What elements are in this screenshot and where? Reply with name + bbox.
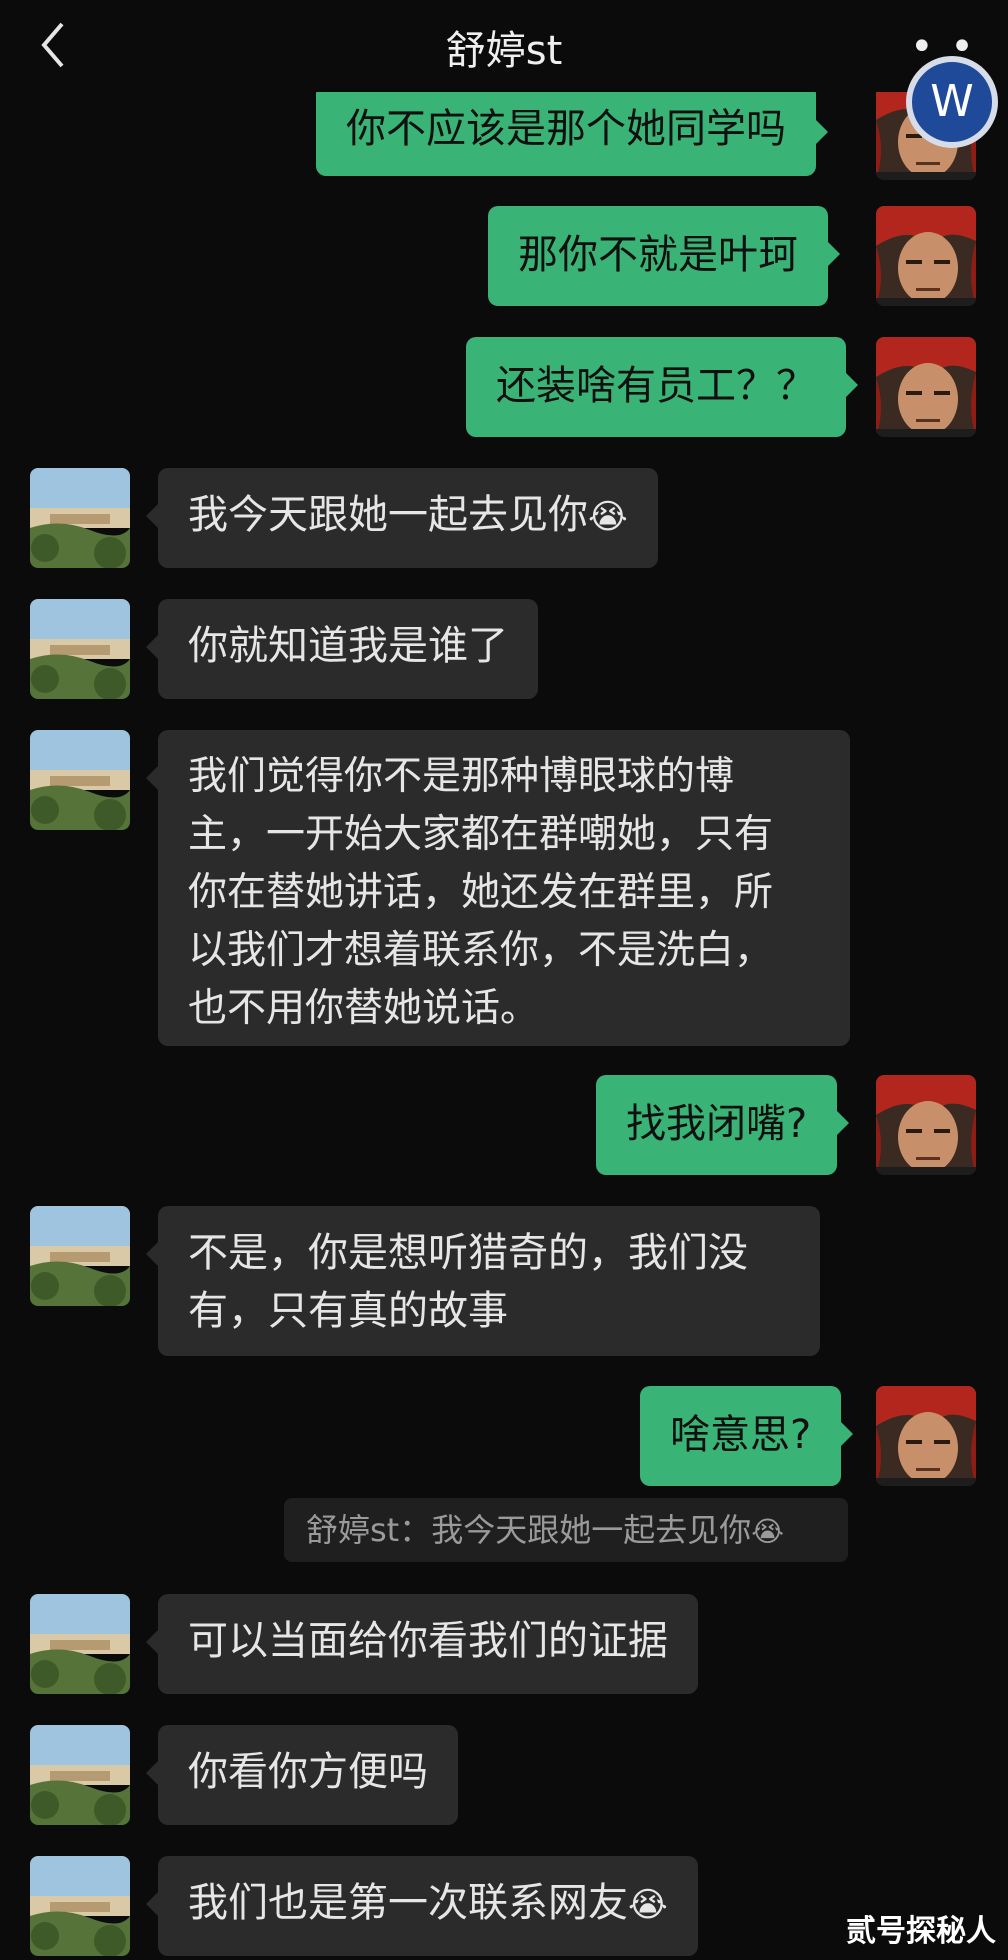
message-line: 主，一开始大家都在群嘲她，只有	[188, 812, 774, 857]
message-bubble-outgoing[interactable]: 找我闭嘴?	[596, 1075, 850, 1175]
self-avatar[interactable]	[876, 1075, 976, 1175]
message-line: 不是，你是想听猎奇的，我们没	[188, 1230, 748, 1276]
message-bubble-incoming[interactable]: 我们也是第一次联系网友😭	[146, 1856, 698, 1956]
message-text: 可以当面给你看我们的证据	[188, 1618, 668, 1664]
quoted-message[interactable]: 舒婷st：我今天跟她一起去见你😭	[284, 1498, 848, 1562]
message-text: 啥意思?	[670, 1412, 812, 1458]
message-line: 也不用你替她说话。	[188, 986, 540, 1031]
crying-laughing-emoji-icon: 😭	[588, 497, 628, 537]
message-text: 我今天跟她一起去见你	[188, 492, 588, 538]
crying-laughing-emoji-icon: 😭	[751, 1515, 784, 1548]
message-text: 找我闭嘴?	[626, 1101, 808, 1147]
contact-avatar[interactable]	[30, 730, 130, 830]
message-bubble-outgoing[interactable]: 那你不就是叶珂	[488, 206, 840, 306]
message-line: 以我们才想着联系你，不是洗白，	[188, 928, 774, 973]
floating-badge[interactable]: W	[906, 56, 998, 148]
message-bubble-outgoing[interactable]: 啥意思?	[640, 1386, 854, 1486]
chat-header: 舒婷st • • •	[0, 0, 1008, 116]
message-line: 我们觉得你不是那种博眼球的博	[188, 754, 735, 799]
message-bubble-outgoing[interactable]: 还装啥有员工？？	[466, 337, 858, 437]
self-avatar[interactable]	[876, 1386, 976, 1486]
chat-title: 舒婷st	[445, 28, 563, 74]
message-bubble-incoming[interactable]: 我们觉得你不是那种博眼球的博 主，一开始大家都在群嘲她，只有 你在替她讲话，她还…	[146, 730, 850, 1046]
contact-avatar[interactable]	[30, 1206, 130, 1306]
message-text: 还装啥有员工？？	[496, 363, 816, 409]
message-text: 你不应该是那个她同学吗	[346, 106, 786, 152]
watermark-text: 贰号探秘人	[846, 1914, 996, 1949]
message-text: 你就知道我是谁了	[188, 623, 508, 669]
self-avatar[interactable]	[876, 206, 976, 306]
message-line: 有，只有真的故事	[188, 1288, 508, 1334]
crying-laughing-emoji-icon: 😭	[628, 1885, 668, 1925]
message-text: 你看你方便吗	[188, 1749, 428, 1795]
contact-avatar[interactable]	[30, 599, 130, 699]
message-text: 我们也是第一次联系网友	[188, 1880, 628, 1926]
message-bubble-incoming[interactable]: 你就知道我是谁了	[146, 599, 538, 699]
self-avatar[interactable]	[876, 337, 976, 437]
message-text: 那你不就是叶珂	[518, 232, 798, 278]
message-bubble-incoming[interactable]: 可以当面给你看我们的证据	[146, 1594, 698, 1694]
message-bubble-incoming[interactable]: 不是，你是想听猎奇的，我们没 有，只有真的故事	[146, 1206, 820, 1356]
message-bubble-incoming[interactable]: 我今天跟她一起去见你😭	[146, 468, 658, 568]
contact-avatar[interactable]	[30, 1856, 130, 1956]
contact-avatar[interactable]	[30, 1594, 130, 1694]
message-bubble-incoming[interactable]: 你看你方便吗	[146, 1725, 458, 1825]
message-bubble-outgoing[interactable]: 你不应该是那个她同学吗	[316, 84, 828, 176]
quote-text: 舒婷st：我今天跟她一起去见你	[306, 1511, 752, 1549]
message-line: 你在替她讲话，她还发在群里，所	[188, 870, 774, 915]
contact-avatar[interactable]	[30, 1725, 130, 1825]
contact-avatar[interactable]	[30, 468, 130, 568]
